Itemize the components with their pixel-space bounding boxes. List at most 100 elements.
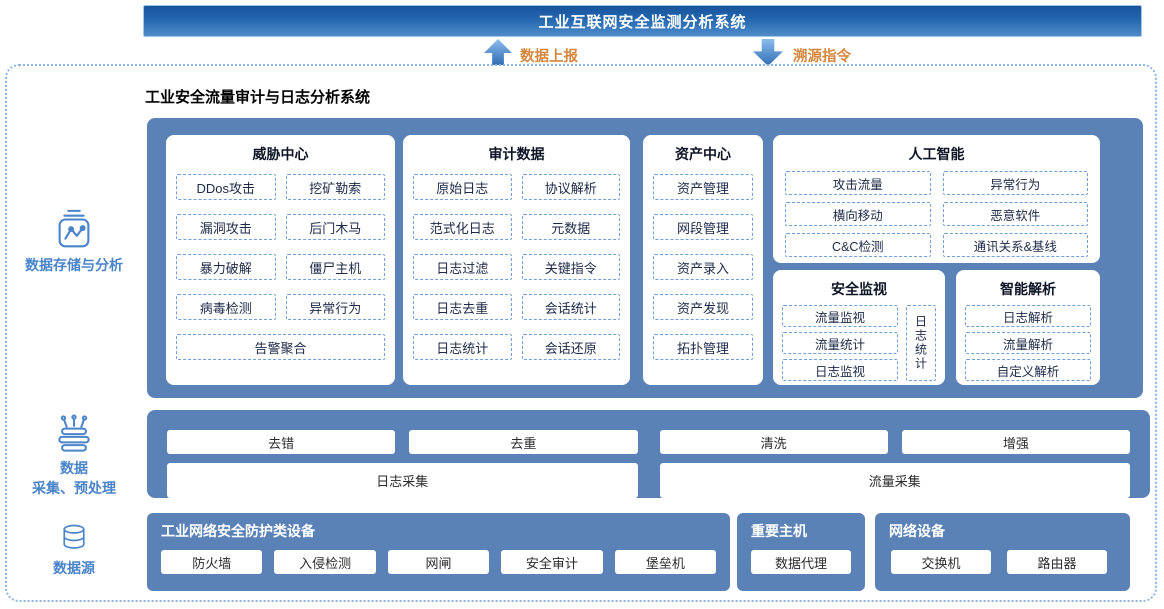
threat-chip: 告警聚合 (176, 334, 385, 360)
preprocess-chip: 流量采集 (660, 463, 1131, 498)
device-chip: 路由器 (1007, 550, 1107, 574)
band-row: 清洗 增强 (660, 430, 1131, 454)
ai-panel: 人工智能 攻击流量 异常行为 横向移动 恶意软件 C&C检测 通讯关系&基线 (773, 135, 1100, 263)
storage-analysis-panel: 威胁中心 DDos攻击 挖矿勒索 漏洞攻击 后门木马 暴力破解 僵尸主机 病毒检… (147, 118, 1143, 398)
important-hosts-title: 重要主机 (737, 513, 865, 541)
threat-center-title: 威胁中心 (166, 135, 395, 164)
audit-grid: 原始日志 协议解析 范式化日志 元数据 日志过滤 关键指令 日志去重 会话统计 … (403, 164, 630, 360)
monitor-column: 流量监视 流量统计 日志监视 (782, 305, 898, 381)
ai-chip: C&C检测 (785, 233, 931, 257)
ai-chip: 攻击流量 (785, 171, 931, 195)
audit-chip: 会话统计 (522, 294, 621, 320)
sidebar-label-source: 数据源 (8, 560, 140, 577)
network-devices-panel: 网络设备 交换机 路由器 (875, 513, 1130, 591)
collect-preprocess-panel: 去错 去重 日志采集 清洗 增强 流量采集 (147, 410, 1150, 498)
protection-devices-title: 工业网络安全防护类设备 (147, 513, 730, 541)
monitor-vertical-label: 日志统计 (913, 315, 930, 371)
monitor-chip: 日志监视 (782, 359, 898, 381)
flow-up-label: 数据上报 (520, 45, 578, 66)
threat-chip: 挖矿勒索 (286, 174, 386, 200)
sidebar-label-storage: 数据存储与分析 (8, 257, 140, 274)
device-chip: 数据代理 (751, 550, 851, 574)
smart-parse-title: 智能解析 (956, 270, 1100, 299)
preprocess-chip: 日志采集 (167, 463, 638, 498)
smart-parse-panel: 智能解析 日志解析 流量解析 自定义解析 (956, 270, 1100, 385)
preprocess-chip: 去错 (167, 430, 395, 454)
audit-chip: 元数据 (522, 214, 621, 240)
monitor-chip: 流量监视 (782, 305, 898, 327)
ai-chip: 通讯关系&基线 (943, 233, 1089, 257)
audit-chip: 协议解析 (522, 174, 621, 200)
monitor-chip: 流量统计 (782, 332, 898, 354)
sidebar-group-source: 数据源 (8, 521, 140, 577)
audit-chip: 会话还原 (522, 334, 621, 360)
jar-linechart-icon (8, 208, 140, 254)
smart-parse-body: 日志解析 流量解析 自定义解析 (956, 299, 1100, 381)
monitor-vertical-chip: 日志统计 (906, 305, 936, 381)
asset-chip: 资产发现 (653, 294, 753, 320)
band-row: 去错 去重 (167, 430, 638, 454)
threat-chip: 病毒检测 (176, 294, 276, 320)
security-monitor-panel: 安全监视 流量监视 流量统计 日志监视 日志统计 (773, 270, 945, 385)
security-monitor-body: 流量监视 流量统计 日志监视 日志统计 (773, 299, 945, 381)
audit-chip: 关键指令 (522, 254, 621, 280)
important-hosts-panel: 重要主机 数据代理 (737, 513, 865, 591)
arrow-down-icon (753, 39, 783, 66)
device-chip: 堡垒机 (615, 550, 716, 574)
ai-chip: 恶意软件 (943, 202, 1089, 226)
preprocess-chip: 去重 (409, 430, 637, 454)
network-devices-items: 交换机 路由器 (875, 541, 1130, 574)
asset-chip: 资产录入 (653, 254, 753, 280)
sidebar-label-collection-line2: 采集、预处理 (8, 480, 140, 497)
ai-title: 人工智能 (773, 135, 1100, 164)
threat-chip: 暴力破解 (176, 254, 276, 280)
audit-chip: 日志过滤 (413, 254, 512, 280)
band-left-half: 去错 去重 日志采集 (167, 430, 638, 498)
asset-grid: 资产管理 网段管理 资产录入 资产发现 拓扑管理 (643, 164, 763, 360)
network-devices-title: 网络设备 (875, 513, 1130, 541)
audit-data-panel: 审计数据 原始日志 协议解析 范式化日志 元数据 日志过滤 关键指令 日志去重 … (403, 135, 630, 385)
protection-devices-items: 防火墙 入侵检测 网闸 安全审计 堡垒机 (147, 541, 730, 574)
arrow-up-icon (484, 39, 512, 65)
important-hosts-items: 数据代理 (737, 541, 865, 574)
preprocess-chip: 增强 (902, 430, 1130, 454)
flow-down-label: 溯源指令 (793, 45, 851, 66)
band-right-half: 清洗 增强 流量采集 (660, 430, 1131, 498)
threat-chip: 漏洞攻击 (176, 214, 276, 240)
device-chip: 网闸 (388, 550, 489, 574)
audit-chip: 日志统计 (413, 334, 512, 360)
device-chip: 交换机 (891, 550, 991, 574)
sidebar-group-collection: 数据 采集、预处理 (8, 413, 140, 497)
parse-chip: 自定义解析 (965, 359, 1091, 381)
audit-chip: 原始日志 (413, 174, 512, 200)
asset-chip: 网段管理 (653, 214, 753, 240)
threat-chip: DDos攻击 (176, 174, 276, 200)
parse-chip: 日志解析 (965, 305, 1091, 327)
asset-chip: 资产管理 (653, 174, 753, 200)
security-monitor-title: 安全监视 (773, 270, 945, 299)
threat-chip: 后门木马 (286, 214, 386, 240)
preprocess-chip: 清洗 (660, 430, 888, 454)
device-chip: 安全审计 (501, 550, 602, 574)
threat-grid: DDos攻击 挖矿勒索 漏洞攻击 后门木马 暴力破解 僵尸主机 病毒检测 异常行… (166, 164, 395, 360)
sidebar-label-collection-line1: 数据 (8, 460, 140, 477)
collector-preprocess-icon (8, 413, 140, 457)
threat-chip: 异常行为 (286, 294, 386, 320)
device-chip: 入侵检测 (274, 550, 375, 574)
ai-grid: 攻击流量 异常行为 横向移动 恶意软件 C&C检测 通讯关系&基线 (773, 164, 1100, 257)
ai-chip: 横向移动 (785, 202, 931, 226)
sidebar-group-storage: 数据存储与分析 (8, 208, 140, 274)
threat-chip: 僵尸主机 (286, 254, 386, 280)
audit-chip: 日志去重 (413, 294, 512, 320)
top-banner-title: 工业互联网安全监测分析系统 (143, 5, 1142, 37)
database-icon (8, 521, 140, 557)
audit-chip: 范式化日志 (413, 214, 512, 240)
audit-data-title: 审计数据 (403, 135, 630, 164)
threat-center-panel: 威胁中心 DDos攻击 挖矿勒索 漏洞攻击 后门木马 暴力破解 僵尸主机 病毒检… (166, 135, 395, 385)
asset-center-panel: 资产中心 资产管理 网段管理 资产录入 资产发现 拓扑管理 (643, 135, 763, 385)
asset-chip: 拓扑管理 (653, 334, 753, 360)
protection-devices-panel: 工业网络安全防护类设备 防火墙 入侵检测 网闸 安全审计 堡垒机 (147, 513, 730, 591)
device-chip: 防火墙 (161, 550, 262, 574)
ai-chip: 异常行为 (943, 171, 1089, 195)
asset-center-title: 资产中心 (643, 135, 763, 164)
